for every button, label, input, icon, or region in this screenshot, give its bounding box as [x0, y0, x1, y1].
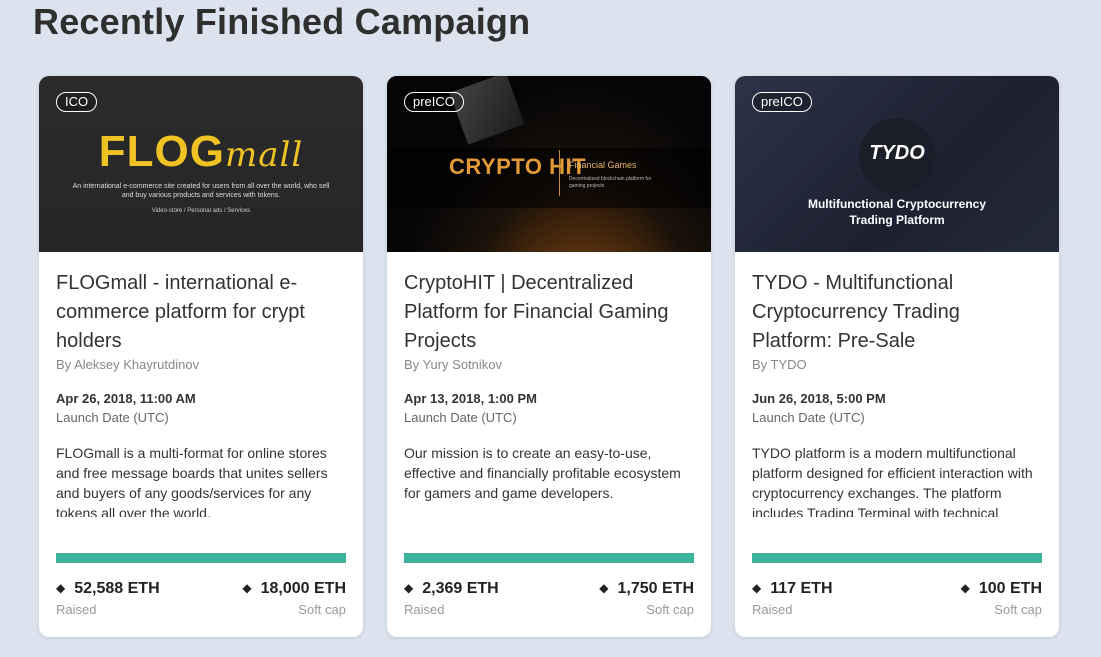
raised-amount: 52,588 ETH — [74, 580, 160, 597]
campaign-description: Our mission is to create an easy-to-use,… — [404, 445, 681, 501]
ethereum-icon: ◆ — [242, 581, 252, 595]
banner-divider — [559, 150, 560, 196]
campaign-type-badge: preICO — [404, 92, 464, 112]
campaign-banner-image[interactable]: preICO TYDO Multifunctional Cryptocurren… — [735, 76, 1059, 252]
campaign-description: TYDO platform is a modern multifunctiona… — [752, 445, 1033, 517]
softcap-amount: 18,000 ETH — [260, 580, 346, 597]
funding-progress-bar — [752, 553, 1042, 563]
campaign-title[interactable]: CryptoHIT | Decentralized Platform for F… — [404, 269, 694, 356]
softcap-label: Soft cap — [298, 602, 346, 617]
campaign-banner-image[interactable]: ICO FLOGmall An international e-commerce… — [39, 76, 363, 252]
launch-date: Jun 26, 2018, 5:00 PM — [752, 391, 886, 406]
raised-label: Raised — [404, 602, 445, 617]
cryptohit-logo: CRYPTO HIT — [449, 154, 587, 179]
launch-date: Apr 26, 2018, 11:00 AM — [56, 391, 196, 406]
ethereum-icon: ◆ — [404, 581, 414, 595]
campaign-author: By TYDO — [752, 357, 807, 372]
banner-line-1: Multifunctional Cryptocurrency — [807, 197, 986, 211]
campaign-title[interactable]: FLOGmall - international e-commerce plat… — [56, 269, 346, 356]
softcap-stat: ◆ 100 ETH Soft cap — [961, 579, 1042, 619]
ethereum-icon: ◆ — [599, 581, 609, 595]
launch-date-label: Launch Date (UTC) — [404, 410, 517, 425]
funding-progress-bar — [56, 553, 346, 563]
funding-progress-fill — [752, 553, 1042, 563]
banner-line-2: Trading Platform — [849, 213, 945, 227]
launch-date-label: Launch Date (UTC) — [56, 410, 169, 425]
satellite-graphic — [449, 76, 525, 145]
launch-date-label: Launch Date (UTC) — [752, 410, 865, 425]
raised-stat: ◆ 52,588 ETH Raised — [56, 579, 160, 619]
banner-links: Video-store / Personal ads / Services — [151, 208, 251, 214]
ethereum-icon: ◆ — [752, 581, 762, 595]
ethereum-icon: ◆ — [56, 581, 66, 595]
campaign-card[interactable]: preICO TYDO Multifunctional Cryptocurren… — [735, 76, 1059, 637]
funding-progress-bar — [404, 553, 694, 563]
softcap-stat: ◆ 18,000 ETH Soft cap — [242, 579, 346, 619]
banner-heading: Financial Games — [569, 160, 637, 170]
raised-label: Raised — [752, 602, 793, 617]
softcap-amount: 1,750 ETH — [617, 580, 694, 597]
funding-progress-fill — [56, 553, 346, 563]
flogmall-logo: FLOGmall — [98, 127, 304, 176]
campaign-author: By Aleksey Khayrutdinov — [56, 357, 200, 372]
campaign-banner-image[interactable]: preICO CRYPTO HIT Financial Games Decent… — [387, 76, 711, 252]
campaign-card[interactable]: preICO CRYPTO HIT Financial Games Decent… — [387, 76, 711, 637]
campaign-type-badge: ICO — [56, 92, 98, 112]
raised-stat: ◆ 2,369 ETH Raised — [404, 579, 499, 619]
softcap-label: Soft cap — [646, 602, 694, 617]
campaign-card[interactable]: ICO FLOGmall An international e-commerce… — [39, 76, 363, 637]
campaign-title[interactable]: TYDO - Multifunctional Cryptocurrency Tr… — [752, 269, 1042, 356]
banner-tagline: An international e-commerce site created… — [72, 183, 330, 199]
funding-progress-fill — [404, 553, 694, 563]
funding-stats: ◆ 2,369 ETH Raised ◆ 1,750 ETH Soft cap — [404, 579, 694, 619]
tydo-logo: TYDO — [869, 142, 925, 164]
ethereum-icon: ◆ — [960, 581, 970, 595]
campaign-author: By Yury Sotnikov — [404, 357, 503, 372]
softcap-stat: ◆ 1,750 ETH Soft cap — [599, 579, 694, 619]
launch-date: Apr 13, 2018, 1:00 PM — [404, 391, 537, 406]
raised-amount: 2,369 ETH — [422, 580, 499, 597]
raised-label: Raised — [56, 602, 97, 617]
campaign-description: FLOGmall is a multi-format for online st… — [56, 445, 328, 517]
banner-subtext: Decentralized blockchain platform for ga… — [569, 176, 652, 189]
raised-stat: ◆ 117 ETH Raised — [752, 579, 833, 619]
section-title: Recently Finished Campaign — [33, 1, 531, 42]
campaign-type-badge: preICO — [752, 92, 812, 112]
funding-stats: ◆ 52,588 ETH Raised ◆ 18,000 ETH Soft cap — [56, 579, 346, 619]
funding-stats: ◆ 117 ETH Raised ◆ 100 ETH Soft cap — [752, 579, 1042, 619]
raised-amount: 117 ETH — [770, 580, 833, 597]
campaign-card-list: ICO FLOGmall An international e-commerce… — [39, 76, 1059, 637]
softcap-amount: 100 ETH — [978, 580, 1042, 597]
softcap-label: Soft cap — [994, 602, 1042, 617]
